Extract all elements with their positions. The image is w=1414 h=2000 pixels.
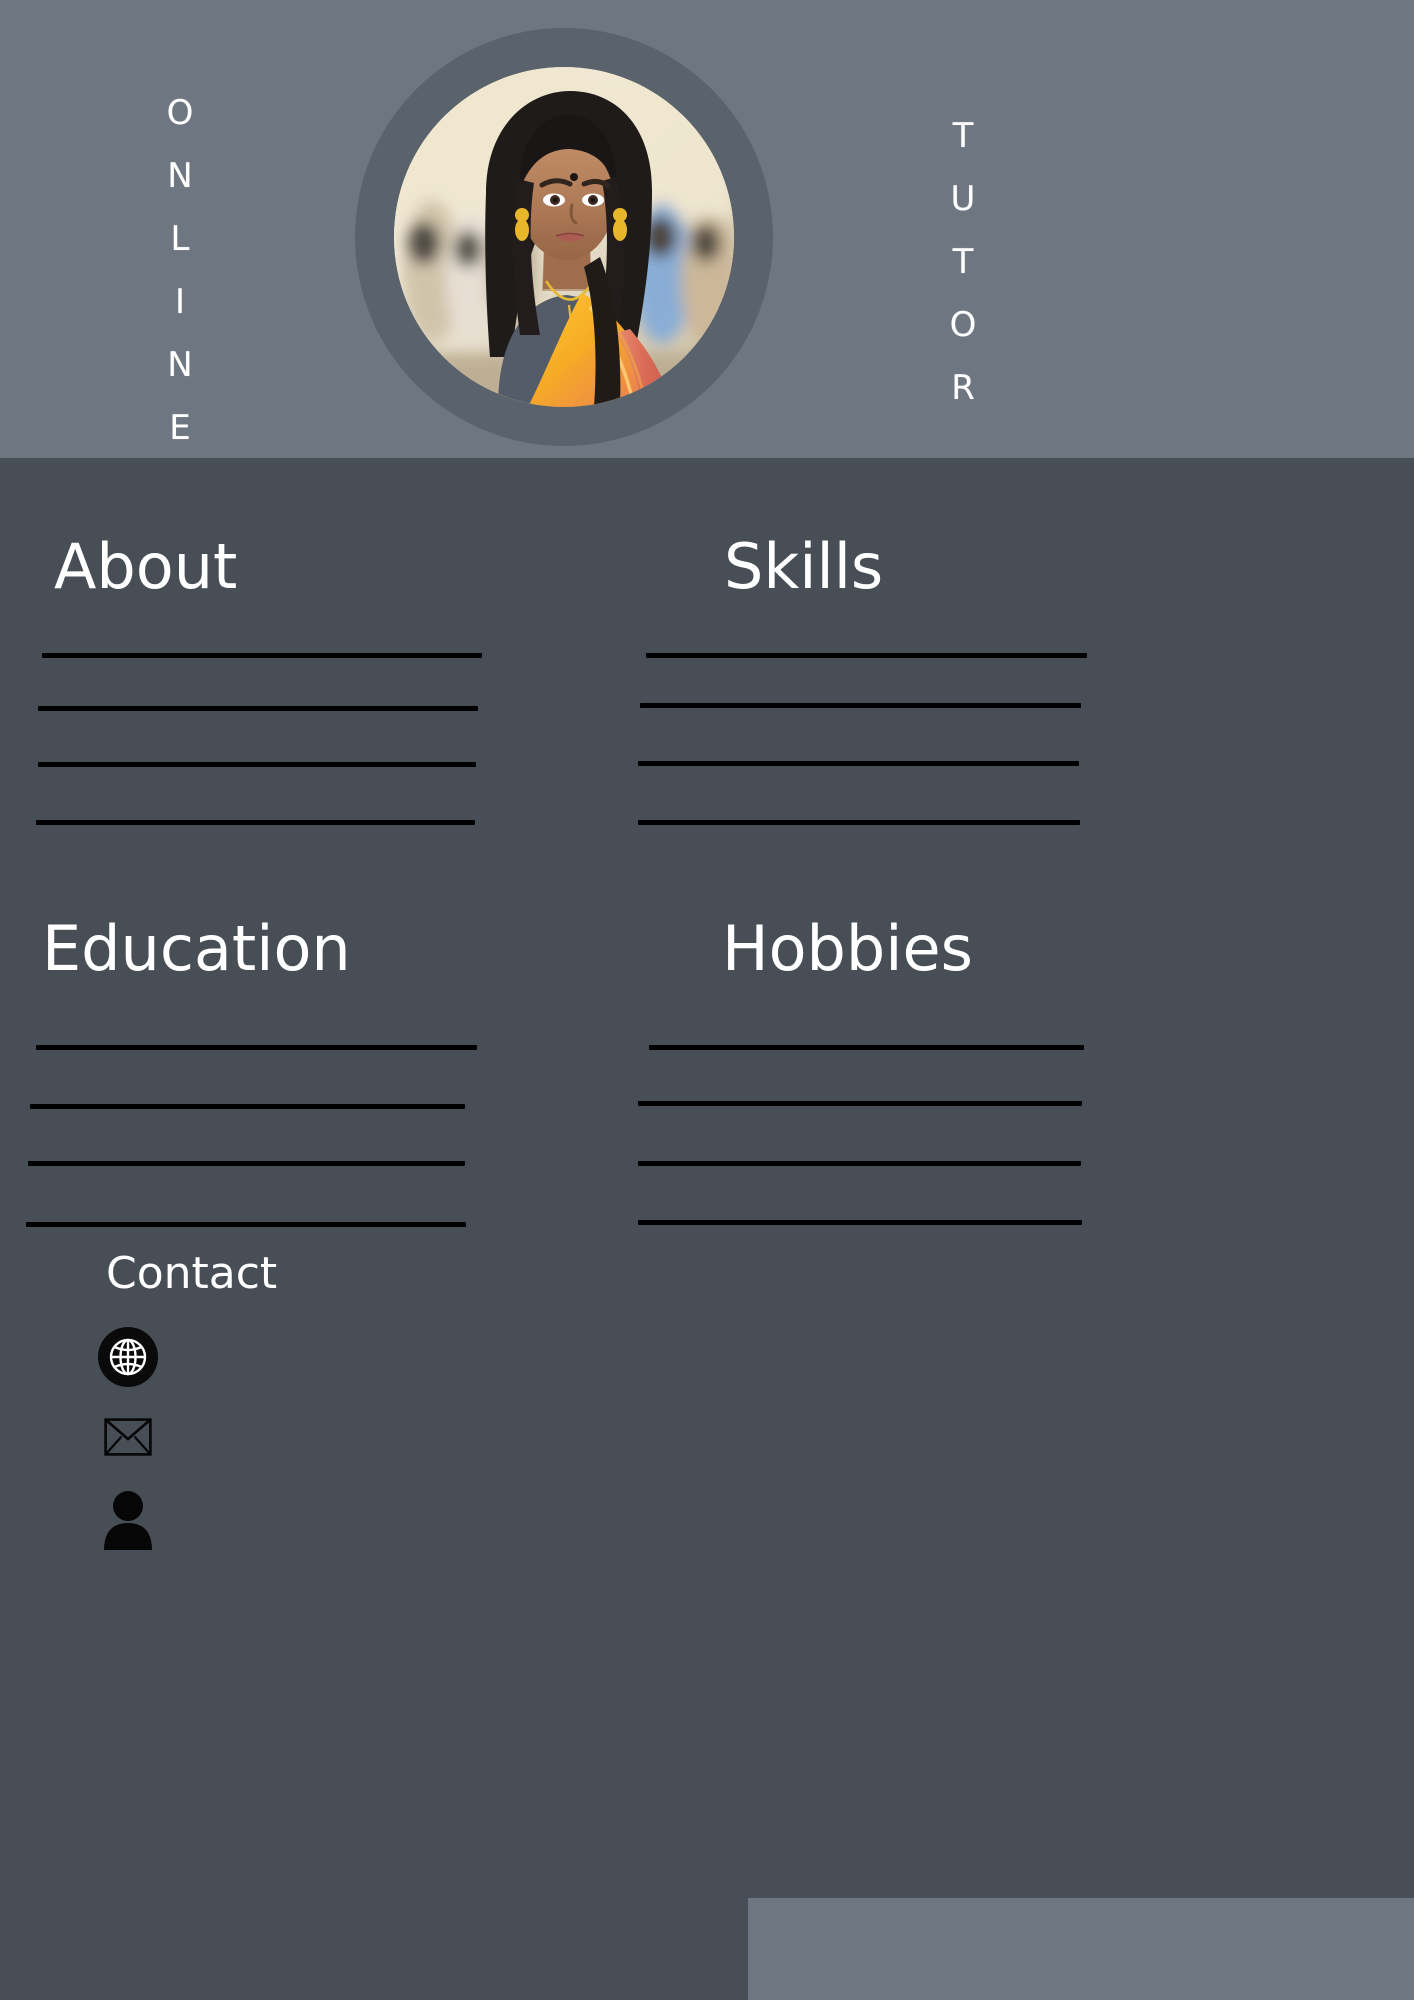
vertical-word-tutor: T U T O R (943, 105, 983, 420)
globe-icon[interactable] (98, 1327, 158, 1387)
section-title-skills: Skills (724, 530, 884, 603)
online-letter-1: N (167, 156, 193, 196)
write-line-about-1[interactable] (42, 653, 482, 658)
poster-canvas: O N L I N E T U T O R About Skills Educa… (0, 0, 1414, 2000)
write-line-hobbies-1[interactable] (649, 1045, 1084, 1050)
write-line-education-2[interactable] (30, 1104, 465, 1109)
online-letter-3: I (174, 282, 186, 322)
tutor-letter-2: T (952, 242, 974, 282)
write-line-education-1[interactable] (36, 1045, 477, 1050)
write-line-skills-2[interactable] (640, 703, 1081, 708)
write-line-skills-1[interactable] (646, 653, 1087, 658)
write-line-skills-4[interactable] (638, 820, 1080, 825)
tutor-letter-0: T (952, 116, 974, 156)
person-icon[interactable] (101, 1490, 155, 1550)
section-title-about: About (54, 530, 238, 603)
tutor-letter-3: O (949, 305, 977, 345)
write-line-hobbies-3[interactable] (638, 1161, 1081, 1166)
contact-heading: Contact (106, 1248, 278, 1299)
bottom-accent-panel (748, 1898, 1414, 2000)
section-title-education: Education (42, 912, 351, 985)
write-line-about-2[interactable] (38, 706, 478, 711)
write-line-education-3[interactable] (28, 1161, 465, 1166)
section-title-hobbies: Hobbies (722, 912, 973, 985)
online-letter-0: O (166, 93, 194, 133)
avatar-ring (355, 28, 773, 446)
online-letter-5: E (169, 408, 191, 448)
avatar (394, 67, 734, 407)
online-letter-2: L (170, 219, 190, 259)
envelope-icon[interactable] (104, 1418, 152, 1456)
write-line-hobbies-2[interactable] (638, 1101, 1082, 1106)
write-line-hobbies-4[interactable] (638, 1220, 1082, 1225)
main-content (0, 458, 1414, 2000)
write-line-about-3[interactable] (38, 762, 476, 767)
tutor-letter-4: R (951, 368, 975, 408)
write-line-about-4[interactable] (36, 820, 475, 825)
write-line-education-4[interactable] (26, 1222, 466, 1227)
tutor-letter-1: U (950, 179, 976, 219)
write-line-skills-3[interactable] (638, 761, 1079, 766)
online-letter-4: N (167, 345, 193, 385)
vertical-word-online: O N L I N E (160, 82, 200, 460)
